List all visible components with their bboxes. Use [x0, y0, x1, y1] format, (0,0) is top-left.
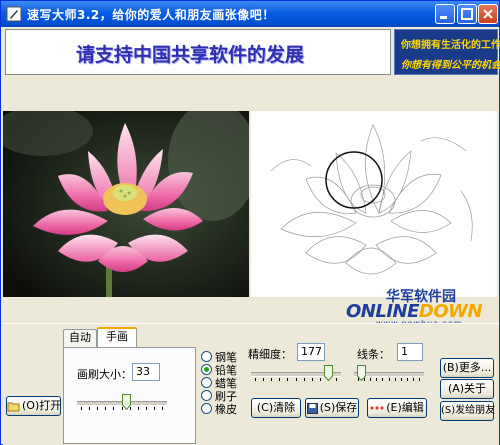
more-button[interactable]: (B)更多... — [440, 358, 494, 378]
banner-line-2: 你想有得到公平的机会吗? — [401, 60, 500, 71]
edit-button[interactable]: (E)编辑 — [367, 398, 427, 418]
slider-thumb[interactable] — [324, 365, 333, 381]
about-button-label: (A)关于 — [447, 382, 487, 395]
tab-auto[interactable]: 自动 — [63, 329, 97, 347]
edit-button-label: (E)编辑 — [386, 401, 424, 414]
maximize-button[interactable] — [457, 4, 477, 24]
minimize-icon — [440, 16, 447, 19]
manual-tab-panel: 画刷大小： 33 — [63, 347, 196, 444]
radio-pencil[interactable] — [201, 364, 212, 375]
fineness-slider[interactable] — [251, 364, 341, 384]
tab-manual[interactable]: 手画 — [97, 327, 137, 347]
brush-size-label: 画刷大小： — [77, 368, 132, 381]
lines-input[interactable]: 1 — [397, 343, 423, 361]
slider-thumb[interactable] — [357, 365, 366, 381]
fineness-label: 精细度： — [248, 348, 292, 361]
save-icon — [306, 402, 318, 414]
banner-line-1: 你想拥有生活化的工作吗? — [401, 40, 500, 51]
tab-auto-label: 自动 — [69, 331, 91, 344]
ad-banner-right[interactable]: 你想拥有生活化的工作吗? 你想有得到公平的机会吗? — [394, 29, 500, 75]
lotus-photo — [3, 111, 249, 297]
clear-button[interactable]: (C)清除 — [251, 398, 301, 418]
ad-banner-left[interactable]: 请支持中国共享软件的发展 — [5, 29, 391, 75]
tab-manual-label: 手画 — [106, 330, 128, 343]
lines-slider[interactable] — [354, 364, 424, 384]
radio-crayon[interactable] — [201, 377, 212, 388]
send-to-friend-button[interactable]: (S)发给朋友 — [440, 401, 496, 421]
minimize-button[interactable] — [435, 4, 455, 24]
close-button[interactable] — [478, 4, 498, 24]
maximize-icon — [461, 8, 473, 20]
window-title: 速写大师3.2，给你的爱人和朋友画张像吧！ — [27, 8, 275, 22]
radio-pen[interactable] — [201, 351, 212, 362]
brush-cursor — [325, 151, 383, 209]
close-icon — [483, 9, 493, 19]
about-button[interactable]: (A)关于 — [440, 379, 494, 399]
brush-size-input[interactable]: 33 — [132, 363, 160, 381]
source-photo[interactable] — [3, 111, 249, 297]
sketch-canvas[interactable] — [251, 111, 497, 297]
slider-thumb[interactable] — [122, 394, 131, 410]
radio-brush[interactable] — [201, 390, 212, 401]
folder-icon — [7, 402, 20, 411]
newhua-logo: 华军软件园 ONLINEDOWN www.newhua.com — [346, 286, 500, 328]
brush-size-slider[interactable] — [77, 393, 167, 413]
tool-eraser[interactable]: 橡皮 — [201, 402, 237, 416]
open-button-label: (O)打开 — [22, 399, 62, 412]
pencil-sketch — [270, 124, 473, 275]
banner-slogan: 请支持中国共享软件的发展 — [76, 44, 305, 66]
lines-label: 线条： — [357, 348, 390, 361]
save-button[interactable]: (S)保存 — [305, 398, 359, 418]
more-button-label: (B)更多... — [442, 361, 492, 374]
open-button[interactable]: (O)打开 — [6, 396, 61, 416]
app-window: 速写大师3.2，给你的爱人和朋友画张像吧！ 请支持中国共享软件的发展 你想拥有生… — [0, 0, 500, 445]
tool-eraser-label: 橡皮 — [215, 402, 237, 416]
edit-dots-icon — [370, 406, 384, 410]
clear-button-label: (C)清除 — [256, 401, 296, 414]
app-icon — [6, 6, 22, 22]
save-button-label: (S)保存 — [319, 401, 358, 414]
send-button-label: (S)发给朋友 — [441, 405, 496, 416]
fineness-input[interactable]: 177 — [297, 343, 325, 361]
title-bar[interactable]: 速写大师3.2，给你的爱人和朋友画张像吧！ — [1, 1, 499, 27]
control-panel: (O)打开 自动 手画 画刷大小： 33 钢笔 铅笔 蜡笔 刷子 橡皮 精细度：… — [3, 323, 499, 445]
radio-eraser[interactable] — [201, 403, 212, 414]
